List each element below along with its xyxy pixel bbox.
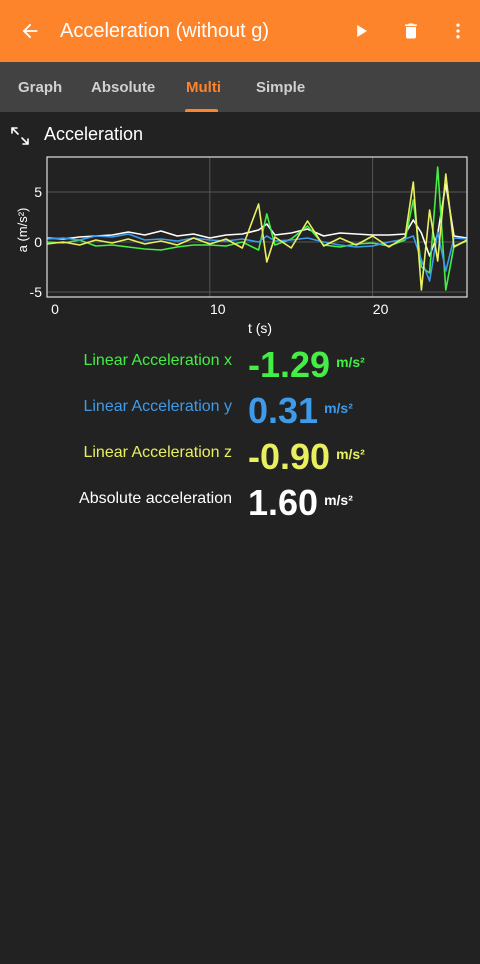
- readout-row-x: Linear Acceleration x -1.29 m/s²: [0, 340, 480, 387]
- play-button[interactable]: [336, 0, 386, 62]
- arrow-left-icon: [22, 23, 38, 39]
- plot-frame: [46, 156, 468, 298]
- readout-number-y: 0.31: [248, 390, 319, 431]
- page-title: Acceleration (without g): [60, 19, 269, 42]
- play-icon: [357, 25, 367, 37]
- x-tick-label: 10: [210, 301, 226, 317]
- readout-label-absolute: Absolute acceleration: [79, 490, 232, 507]
- tab-simple[interactable]: Simple: [256, 62, 305, 112]
- y-tick-label: 5: [34, 184, 42, 200]
- readout-label-y: Linear Acceleration y: [83, 398, 232, 415]
- series-line-3: [46, 173, 468, 291]
- series-line-2: [46, 231, 468, 282]
- chart-header: Acceleration: [0, 122, 480, 152]
- readout-unit-y: m/s²: [324, 400, 353, 416]
- tab-absolute[interactable]: Absolute: [91, 62, 155, 112]
- trash-icon: [405, 23, 417, 39]
- tab-bar: Graph Absolute Multi Simple: [0, 62, 480, 112]
- readout-value-z: -0.90 m/s²: [248, 432, 365, 479]
- acceleration-chart[interactable]: 0 10 20 5 0 -5 a (m/s²) t (s): [0, 150, 480, 340]
- y-tick-label: -5: [30, 284, 43, 300]
- y-tick-label: 0: [34, 234, 42, 250]
- chart-title: Acceleration: [44, 124, 144, 144]
- more-options-button[interactable]: [436, 0, 480, 62]
- more-vert-icon: [456, 23, 460, 39]
- readout-number-x: -1.29: [248, 344, 331, 385]
- x-tick-label: 20: [373, 301, 389, 317]
- readout-unit-absolute: m/s²: [324, 492, 353, 508]
- readout-row-absolute: Absolute acceleration 1.60 m/s²: [0, 478, 480, 525]
- series-line-1: [46, 166, 468, 291]
- back-button[interactable]: [0, 0, 60, 62]
- active-tab-indicator: [185, 109, 218, 112]
- readout-row-y: Linear Acceleration y 0.31 m/s²: [0, 386, 480, 433]
- expand-icon[interactable]: [10, 126, 30, 146]
- readout-label-z: Linear Acceleration z: [83, 444, 232, 461]
- readout-row-z: Linear Acceleration z -0.90 m/s²: [0, 432, 480, 479]
- tab-graph[interactable]: Graph: [18, 62, 62, 112]
- readout-number-absolute: 1.60: [248, 482, 319, 523]
- readout-value-x: -1.29 m/s²: [248, 340, 365, 387]
- readout-unit-x: m/s²: [336, 354, 365, 370]
- readout-value-absolute: 1.60 m/s²: [248, 478, 353, 525]
- readout-unit-z: m/s²: [336, 446, 365, 462]
- readout-label-x: Linear Acceleration x: [83, 352, 232, 369]
- y-axis-label: a (m/s²): [15, 208, 30, 253]
- tab-multi[interactable]: Multi: [186, 62, 221, 112]
- x-axis-label: t (s): [248, 320, 272, 336]
- delete-button[interactable]: [386, 0, 436, 62]
- x-tick-label: 0: [51, 301, 59, 317]
- chart-svg: 0 10 20 5 0 -5 a (m/s²) t (s): [15, 156, 468, 336]
- readout-value-y: 0.31 m/s²: [248, 386, 353, 433]
- app-bar: Acceleration (without g): [0, 0, 480, 62]
- readout-number-z: -0.90: [248, 436, 331, 477]
